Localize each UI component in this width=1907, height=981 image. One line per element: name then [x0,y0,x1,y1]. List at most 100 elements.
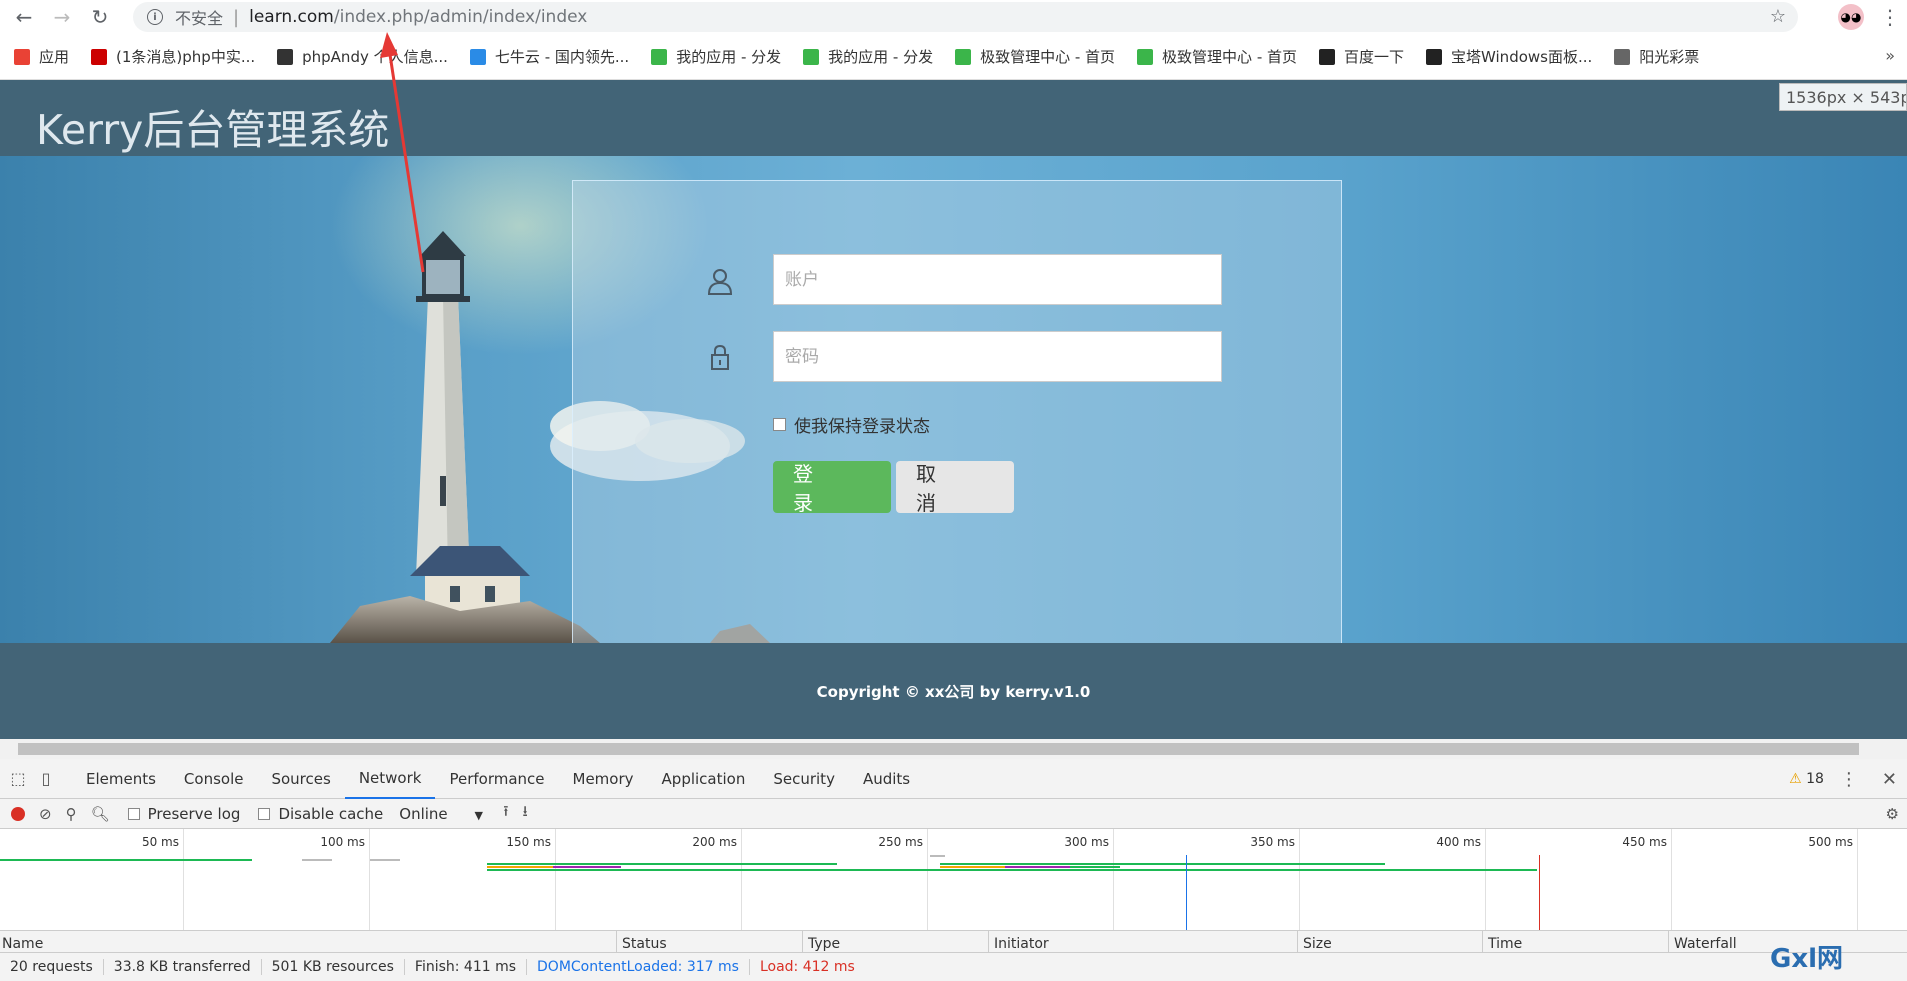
timeline-gridline [183,829,184,930]
column-header-time[interactable]: Time [1488,936,1522,952]
account-input[interactable] [773,254,1222,305]
bookmark-item[interactable]: 百度一下 [1319,46,1404,67]
waterfall-bar [1005,866,1070,868]
bookmarks-bar: 应用 (1条消息)php中实... phpAndy 个人信息... 七牛云 - 国内领… [0,34,1907,80]
network-status-bar: 20 requests 33.8 KB transferred 501 KB r… [0,952,1907,981]
waterfall-bar [940,863,1385,865]
settings-gear-icon[interactable]: ⚙ [1886,805,1899,823]
bookmark-star-icon[interactable]: ☆ [1770,6,1786,27]
throttle-select[interactable]: Online ▼ [399,805,489,823]
waterfall-bar [0,859,252,861]
bookmark-label: 应用 [39,48,70,66]
disable-cache-box[interactable] [258,807,271,820]
browser-toolbar: ← → ↻ i 不安全 | learn.com/index.php/admin/… [0,0,1907,34]
column-header-size[interactable]: Size [1303,936,1332,952]
timeline-tick-label: 300 ms [1064,835,1109,849]
tab-console[interactable]: Console [170,759,258,799]
apps-grid-icon [14,48,30,65]
tab-memory[interactable]: Memory [559,759,648,799]
browser-menu-icon[interactable]: ⋮ [1880,5,1900,29]
column-divider [1482,931,1483,953]
record-icon[interactable] [11,806,25,821]
devtools-close-icon[interactable]: ✕ [1882,769,1897,790]
clear-icon[interactable]: ⊘ [39,805,52,823]
column-header-initiator[interactable]: Initiator [994,936,1049,952]
waterfall-bar [553,866,621,868]
column-header-status[interactable]: Status [622,936,667,952]
load-time: Load: 412 ms [759,959,855,975]
device-toggle-icon[interactable]: ▯ [36,769,56,789]
panda-icon [277,48,294,65]
url-text[interactable]: learn.com/index.php/admin/index/index [249,7,587,27]
password-input[interactable] [773,331,1222,382]
tab-security[interactable]: Security [759,759,849,799]
finish-time: Finish: 411 ms [405,959,528,975]
waterfall-bar [302,859,332,861]
resources-size: 501 KB resources [262,959,405,975]
warning-icon: ⚠ [1789,771,1802,787]
bookmark-label: 百度一下 [1344,48,1405,66]
disable-cache-label: Disable cache [278,804,384,823]
timeline-tick-label: 250 ms [878,835,923,849]
bookmark-item[interactable]: 阳光彩票 [1614,46,1699,67]
waterfall-bar [487,863,837,865]
transferred-size: 33.8 KB transferred [104,959,262,975]
filter-icon[interactable]: ⚲ [66,805,77,823]
profile-avatar[interactable]: ◕◕ [1838,4,1864,30]
bookmark-item[interactable]: 宝塔Windows面板... [1426,46,1592,67]
cancel-button[interactable]: 取 消 [896,461,1014,515]
reload-icon[interactable]: ↻ [86,3,114,31]
forward-arrow-icon[interactable]: → [48,3,76,31]
bookmark-item[interactable]: 极致管理中心 - 首页 [955,46,1115,67]
scrollbar-thumb[interactable] [18,743,1859,755]
login-button[interactable]: 登 录 [773,461,891,515]
search-icon[interactable]: 🔍︎ [91,805,110,823]
network-timeline[interactable]: 50 ms 100 ms 150 ms 200 ms 250 ms 300 ms 350 m… [0,829,1907,930]
timeline-gridline [1485,829,1486,930]
url-host: learn.com [249,7,334,27]
tab-sources[interactable]: Sources [257,759,344,799]
tab-network[interactable]: Network [344,759,436,799]
bookmark-item[interactable]: 我的应用 - 分发 [803,46,933,67]
info-icon[interactable]: i [147,9,163,25]
waterfall-bar [930,855,945,857]
timeline-tick-label: 50 ms [141,835,179,849]
bookmark-item[interactable]: 应用 [14,46,69,67]
back-arrow-icon[interactable]: ← [10,3,38,31]
insecure-label: 不安全 [175,9,224,28]
warnings-number: 18 [1806,771,1824,787]
globe-icon [1614,48,1631,65]
bookmark-item[interactable]: 我的应用 - 分发 [651,46,781,67]
timeline-gridline [1299,829,1300,930]
column-header-name[interactable]: Name [2,936,43,952]
dom-content-loaded-marker [1186,855,1187,930]
column-header-type[interactable]: Type [808,936,840,952]
site-footer: Copyright © xx公司 by kerry.v1.0 [0,643,1907,739]
timeline-gridline [927,829,928,930]
timeline-tick-label: 500 ms [1808,835,1853,849]
remember-me[interactable]: 使我保持登录状态 [773,412,930,437]
preserve-log-checkbox[interactable]: Preserve log [127,805,240,823]
timeline-tick-label: 200 ms [692,835,737,849]
bookmark-item[interactable]: (1条消息)php中实... [91,46,255,67]
bookmark-item[interactable]: 七牛云 - 国内领先... [469,46,629,67]
preserve-log-box[interactable] [127,807,140,820]
bookmarks-more-button[interactable]: » [1885,46,1895,65]
tab-audits[interactable]: Audits [849,759,924,799]
devtools-menu-icon[interactable]: ⋮ [1840,769,1858,790]
waterfall-bar [940,866,1005,868]
timeline-tick-label: 150 ms [506,835,551,849]
horizontal-scrollbar[interactable] [0,739,1907,759]
column-header-waterfall[interactable]: Waterfall [1674,936,1737,952]
inspect-element-icon[interactable]: ⬚ [8,769,28,789]
import-har-icon[interactable]: ⭱ [503,801,508,826]
tab-elements[interactable]: Elements [72,759,170,799]
timeline-tick-label: 450 ms [1622,835,1667,849]
tab-performance[interactable]: Performance [435,759,558,799]
disable-cache-checkbox[interactable]: Disable cache [258,805,383,823]
export-har-icon[interactable]: ⭳ [523,801,528,826]
remember-checkbox[interactable] [773,418,786,431]
tab-application[interactable]: Application [648,759,760,799]
warnings-count[interactable]: ⚠ 18 [1789,771,1824,787]
bookmark-item[interactable]: 极致管理中心 - 首页 [1137,46,1297,67]
